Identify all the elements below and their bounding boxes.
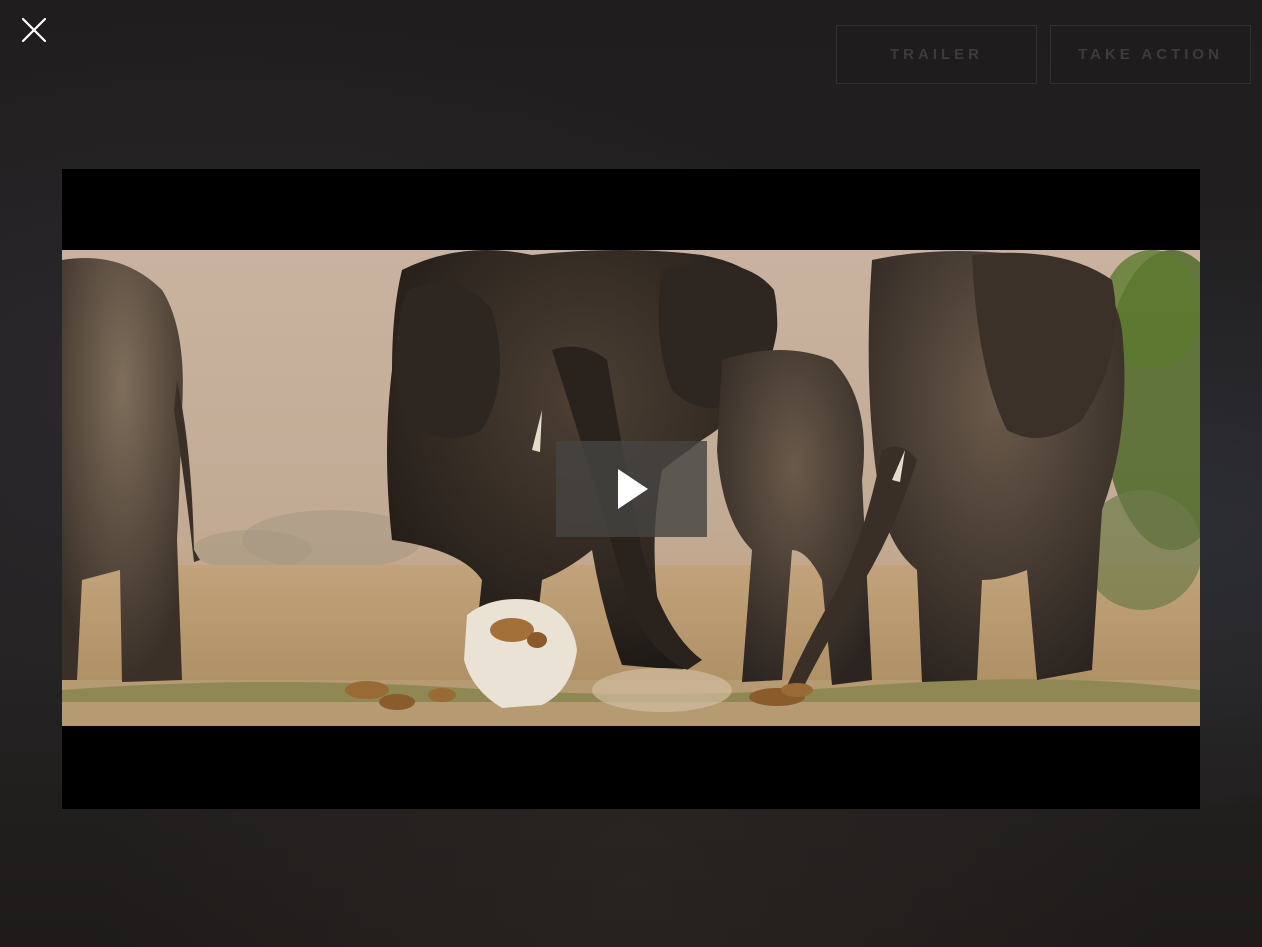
play-icon [617, 469, 648, 509]
trailer-button[interactable]: TRAILER [836, 25, 1037, 84]
take-action-button[interactable]: TAKE ACTION [1050, 25, 1251, 84]
close-icon [21, 17, 47, 43]
video-lightbox-overlay: TRAILER TAKE ACTION [0, 0, 1262, 947]
video-player[interactable] [62, 169, 1200, 809]
play-button[interactable] [556, 441, 707, 537]
close-button[interactable] [18, 14, 50, 46]
